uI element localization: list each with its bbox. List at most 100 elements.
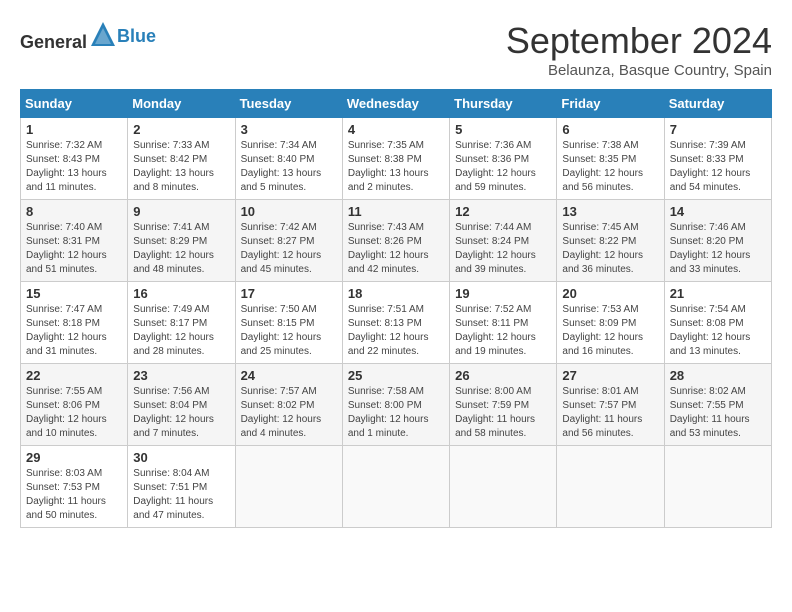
day-info: Sunrise: 7:38 AMSunset: 8:35 PMDaylight:… (562, 139, 658, 195)
day-number: 27 (562, 368, 658, 383)
day-info: Sunrise: 7:45 AMSunset: 8:22 PMDaylight:… (562, 221, 658, 277)
day-info: Sunrise: 7:33 AMSunset: 8:42 PMDaylight:… (133, 139, 229, 195)
day-number: 24 (241, 368, 337, 383)
calendar-cell: 5 Sunrise: 7:36 AMSunset: 8:36 PMDaylight… (450, 118, 557, 200)
calendar-cell: 18Sunrise: 7:51 AMSunset: 8:13 PMDayligh… (342, 282, 449, 364)
day-info: Sunrise: 7:43 AMSunset: 8:26 PMDaylight:… (348, 221, 444, 277)
calendar-cell: 30 Sunrise: 8:04 AMSunset: 7:51 PMDayligh… (128, 446, 235, 528)
day-info: Sunrise: 7:40 AMSunset: 8:31 PMDaylight:… (26, 221, 122, 277)
calendar-cell: 12Sunrise: 7:44 AMSunset: 8:24 PMDayligh… (450, 200, 557, 282)
month-title: September 2024 (506, 20, 772, 62)
calendar-cell: 20 Sunrise: 7:53 AMSunset: 8:09 PMDayligh… (557, 282, 664, 364)
day-info: Sunrise: 7:32 AMSunset: 8:43 PMDaylight:… (26, 139, 122, 195)
day-number: 30 (133, 450, 229, 465)
day-number: 11 (348, 204, 444, 219)
day-number: 6 (562, 122, 658, 137)
day-number: 20 (562, 286, 658, 301)
calendar-table: SundayMondayTuesdayWednesdayThursdayFrid… (20, 89, 772, 528)
location-title: Belaunza, Basque Country, Spain (506, 62, 772, 79)
calendar-cell: 23 Sunrise: 7:56 AMSunset: 8:04 PMDayligh… (128, 364, 235, 446)
day-number: 1 (26, 122, 122, 137)
day-number: 21 (670, 286, 766, 301)
day-info: Sunrise: 7:53 AMSunset: 8:09 PMDaylight:… (562, 303, 658, 359)
day-info: Sunrise: 7:34 AMSunset: 8:40 PMDaylight:… (241, 139, 337, 195)
calendar-cell: 4 Sunrise: 7:35 AMSunset: 8:38 PMDaylight… (342, 118, 449, 200)
calendar-cell: 24 Sunrise: 7:57 AMSunset: 8:02 PMDayligh… (235, 364, 342, 446)
day-info: Sunrise: 7:42 AMSunset: 8:27 PMDaylight:… (241, 221, 337, 277)
day-info: Sunrise: 7:55 AMSunset: 8:06 PMDaylight:… (26, 385, 122, 441)
calendar-week-row: 22 Sunrise: 7:55 AMSunset: 8:06 PMDayligh… (21, 364, 772, 446)
day-info: Sunrise: 7:56 AMSunset: 8:04 PMDaylight:… (133, 385, 229, 441)
calendar-cell: 19Sunrise: 7:52 AMSunset: 8:11 PMDayligh… (450, 282, 557, 364)
calendar-cell: 17Sunrise: 7:50 AMSunset: 8:15 PMDayligh… (235, 282, 342, 364)
day-info: Sunrise: 8:02 AMSunset: 7:55 PMDaylight:… (670, 385, 766, 441)
calendar-week-row: 15Sunrise: 7:47 AMSunset: 8:18 PMDayligh… (21, 282, 772, 364)
calendar-cell: 28 Sunrise: 8:02 AMSunset: 7:55 PMDayligh… (664, 364, 771, 446)
calendar-cell: 27 Sunrise: 8:01 AMSunset: 7:57 PMDayligh… (557, 364, 664, 446)
logo-icon (89, 20, 117, 48)
day-number: 22 (26, 368, 122, 383)
day-info: Sunrise: 7:57 AMSunset: 8:02 PMDaylight:… (241, 385, 337, 441)
day-number: 23 (133, 368, 229, 383)
calendar-cell: 14 Sunrise: 7:46 AMSunset: 8:20 PMDayligh… (664, 200, 771, 282)
calendar-week-row: 29Sunrise: 8:03 AMSunset: 7:53 PMDayligh… (21, 446, 772, 528)
logo-text-blue: Blue (117, 26, 156, 47)
day-info: Sunrise: 7:50 AMSunset: 8:15 PMDaylight:… (241, 303, 337, 359)
day-number: 2 (133, 122, 229, 137)
calendar-cell: 10 Sunrise: 7:42 AMSunset: 8:27 PMDayligh… (235, 200, 342, 282)
calendar-cell: 25Sunrise: 7:58 AMSunset: 8:00 PMDayligh… (342, 364, 449, 446)
calendar-cell (235, 446, 342, 528)
day-number: 10 (241, 204, 337, 219)
weekday-header-thursday: Thursday (450, 90, 557, 118)
day-info: Sunrise: 8:04 AMSunset: 7:51 PMDaylight:… (133, 467, 229, 523)
calendar-cell: 9 Sunrise: 7:41 AMSunset: 8:29 PMDaylight… (128, 200, 235, 282)
day-number: 8 (26, 204, 122, 219)
day-info: Sunrise: 7:49 AMSunset: 8:17 PMDaylight:… (133, 303, 229, 359)
calendar-cell: 29Sunrise: 8:03 AMSunset: 7:53 PMDayligh… (21, 446, 128, 528)
day-info: Sunrise: 7:54 AMSunset: 8:08 PMDaylight:… (670, 303, 766, 359)
day-number: 16 (133, 286, 229, 301)
weekday-header-row: SundayMondayTuesdayWednesdayThursdayFrid… (21, 90, 772, 118)
day-info: Sunrise: 7:44 AMSunset: 8:24 PMDaylight:… (455, 221, 551, 277)
day-number: 15 (26, 286, 122, 301)
day-info: Sunrise: 7:35 AMSunset: 8:38 PMDaylight:… (348, 139, 444, 195)
day-info: Sunrise: 7:46 AMSunset: 8:20 PMDaylight:… (670, 221, 766, 277)
calendar-cell: 26 Sunrise: 8:00 AMSunset: 7:59 PMDayligh… (450, 364, 557, 446)
calendar-cell: 7 Sunrise: 7:39 AMSunset: 8:33 PMDaylight… (664, 118, 771, 200)
calendar-cell (557, 446, 664, 528)
page-header: General Blue September 2024 Belaunza, Ba… (20, 20, 772, 79)
day-number: 3 (241, 122, 337, 137)
day-info: Sunrise: 8:01 AMSunset: 7:57 PMDaylight:… (562, 385, 658, 441)
day-info: Sunrise: 7:39 AMSunset: 8:33 PMDaylight:… (670, 139, 766, 195)
day-number: 9 (133, 204, 229, 219)
logo: General Blue (20, 20, 156, 53)
logo-text-general: General (20, 32, 87, 52)
day-info: Sunrise: 8:00 AMSunset: 7:59 PMDaylight:… (455, 385, 551, 441)
calendar-cell: 13 Sunrise: 7:45 AMSunset: 8:22 PMDayligh… (557, 200, 664, 282)
calendar-cell: 2 Sunrise: 7:33 AMSunset: 8:42 PMDaylight… (128, 118, 235, 200)
day-info: Sunrise: 8:03 AMSunset: 7:53 PMDaylight:… (26, 467, 122, 523)
day-number: 26 (455, 368, 551, 383)
day-info: Sunrise: 7:41 AMSunset: 8:29 PMDaylight:… (133, 221, 229, 277)
weekday-header-friday: Friday (557, 90, 664, 118)
day-number: 28 (670, 368, 766, 383)
calendar-week-row: 8 Sunrise: 7:40 AMSunset: 8:31 PMDaylight… (21, 200, 772, 282)
day-number: 13 (562, 204, 658, 219)
day-number: 7 (670, 122, 766, 137)
calendar-cell: 3 Sunrise: 7:34 AMSunset: 8:40 PMDaylight… (235, 118, 342, 200)
calendar-body: 1 Sunrise: 7:32 AMSunset: 8:43 PMDaylight… (21, 118, 772, 528)
weekday-header-saturday: Saturday (664, 90, 771, 118)
day-number: 14 (670, 204, 766, 219)
title-section: September 2024 Belaunza, Basque Country,… (506, 20, 772, 79)
calendar-cell (450, 446, 557, 528)
calendar-cell: 15Sunrise: 7:47 AMSunset: 8:18 PMDayligh… (21, 282, 128, 364)
day-number: 4 (348, 122, 444, 137)
weekday-header-monday: Monday (128, 90, 235, 118)
day-info: Sunrise: 7:36 AMSunset: 8:36 PMDaylight:… (455, 139, 551, 195)
day-number: 19 (455, 286, 551, 301)
weekday-header-sunday: Sunday (21, 90, 128, 118)
day-info: Sunrise: 7:58 AMSunset: 8:00 PMDaylight:… (348, 385, 444, 441)
day-number: 18 (348, 286, 444, 301)
calendar-cell (664, 446, 771, 528)
day-number: 5 (455, 122, 551, 137)
